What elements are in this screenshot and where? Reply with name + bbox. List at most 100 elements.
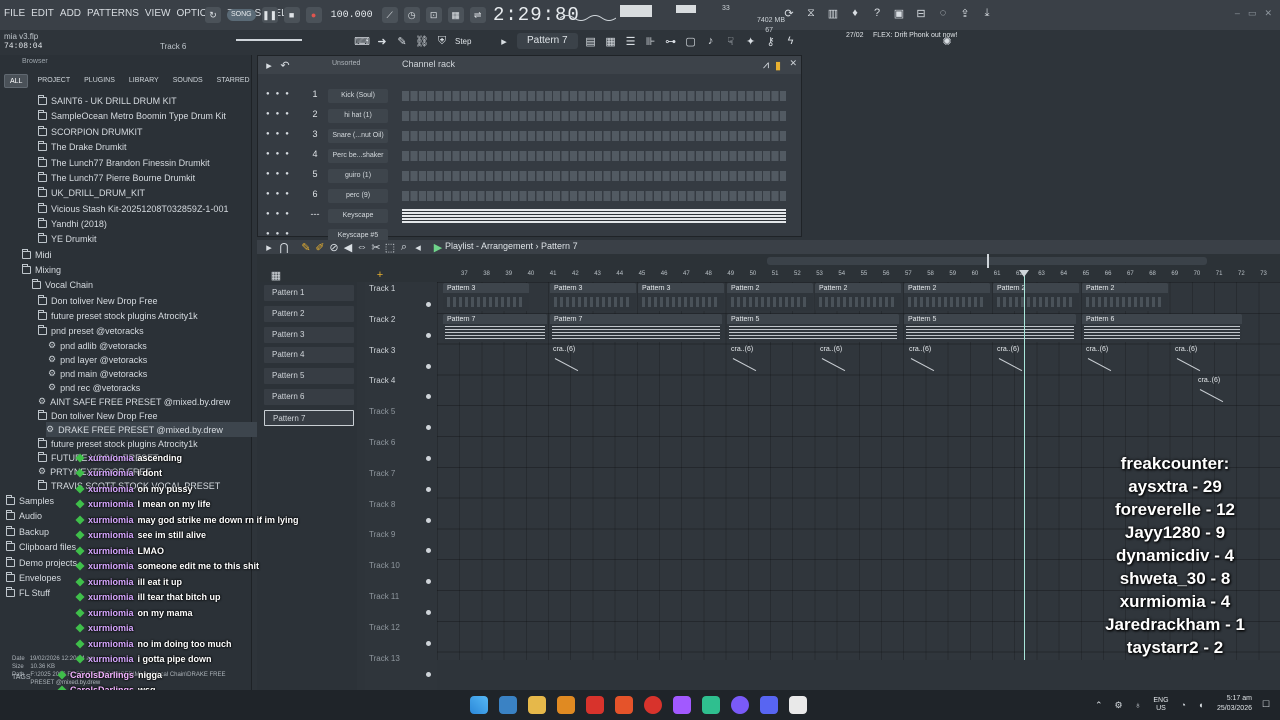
pattern-clip[interactable]: Pattern 6 [1082, 314, 1242, 342]
browser-item[interactable]: future preset stock plugins Atrocity1k [38, 436, 198, 451]
figma-icon[interactable] [673, 696, 691, 714]
track-enable-led[interactable] [426, 425, 431, 431]
channel-name-button[interactable]: guiro (1) [328, 169, 388, 183]
wifi-icon[interactable]: ◔ [1181, 700, 1186, 710]
track-header[interactable]: Track 11 [369, 590, 435, 618]
pattern-clip[interactable]: Pattern 7 [443, 314, 547, 342]
channel-row[interactable]: ●●● 4 Perc be...shaker [258, 147, 803, 165]
menu-view[interactable]: VIEW [145, 8, 171, 19]
slice-tool-icon[interactable]: ✂ [369, 240, 383, 254]
track-enable-led[interactable] [426, 517, 431, 523]
track-enable-led[interactable] [426, 640, 431, 646]
discord-icon[interactable] [760, 696, 778, 714]
channel-controls-icon[interactable]: ●●● [266, 171, 295, 177]
browser-item[interactable]: ⚙ pnd layer @vetoracks [48, 352, 147, 367]
pattern-clip[interactable]: Pattern 2 [1082, 283, 1168, 311]
browser-item[interactable]: Don toliver New Drop Free [38, 408, 158, 423]
track-header[interactable]: Track 8 [369, 498, 435, 526]
pattern-clip[interactable]: Pattern 2 [815, 283, 901, 311]
app-cloud-icon[interactable] [644, 696, 662, 714]
playlist-icon[interactable]: ▦ [604, 34, 618, 48]
step-edit-icon[interactable]: ▦ [447, 7, 464, 23]
language-indicator[interactable]: ENG US [1153, 697, 1168, 713]
track-header[interactable]: Track 10 [369, 559, 435, 587]
windows-start-icon[interactable] [470, 696, 488, 714]
key-icon[interactable]: ⚷ [764, 34, 778, 48]
tab-plugins[interactable]: PLUGINS [79, 74, 120, 88]
song-mode-toggle[interactable]: SONG [227, 9, 256, 21]
track-header[interactable]: Track 12 [369, 621, 435, 649]
patterns-icon[interactable]: ▤ [584, 34, 598, 48]
channel-mixer-track[interactable]: 6 [310, 189, 320, 199]
menu-edit[interactable]: EDIT [31, 8, 54, 19]
loop-record-icon[interactable]: ⇌ [469, 7, 486, 23]
playhead[interactable] [1024, 270, 1025, 660]
chat-icon[interactable]: ◌ [936, 6, 950, 20]
audio-clip[interactable]: cra..(6) [905, 344, 945, 372]
stop-button[interactable]: ■ [283, 7, 300, 23]
track-enable-led[interactable] [426, 363, 431, 369]
browser-item[interactable]: Yandhi (2018) [38, 216, 107, 231]
track-header[interactable]: Track 4 [369, 374, 435, 402]
wait-icon[interactable]: ◷ [403, 7, 420, 23]
rack-menu-icon[interactable]: ▸ [262, 58, 276, 72]
help-icon[interactable]: ? [870, 6, 884, 20]
audio-clip[interactable]: cra..(6) [1082, 344, 1122, 372]
tab-project[interactable]: PROJECT [32, 74, 75, 88]
metronome-icon[interactable]: ⟋ [381, 7, 398, 23]
arrow-right-icon[interactable]: ➜ [375, 34, 389, 48]
slip-tool-icon[interactable]: ⇔ [355, 240, 369, 254]
timeline-ruler[interactable]: 37 38 39 40 41 42 43 44 45 46 47 48 49 50 51 52 53 54 55 56… [437, 268, 1280, 282]
browser-item[interactable]: ⚙ pnd rec @vetoracks [48, 380, 140, 395]
playhead-marker[interactable] [1019, 270, 1029, 277]
audio-clip[interactable]: cra..(6) [727, 344, 767, 372]
browser-item[interactable]: Demo projects [6, 555, 77, 570]
browser-item[interactable]: ⚙ pnd main @vetoracks [48, 366, 147, 381]
plugin-icon[interactable]: ♪ [704, 34, 718, 48]
channel-controls-icon[interactable]: ●●● [266, 131, 295, 137]
browser-item[interactable]: Clipboard files [6, 539, 76, 554]
news-gear-icon[interactable]: ✺ [940, 34, 954, 48]
channel-controls-icon[interactable]: ●●● [266, 111, 295, 117]
render-icon[interactable]: ⊟ [914, 6, 928, 20]
record-loop-icon[interactable]: ↻ [205, 7, 221, 23]
track-enable-led[interactable] [426, 671, 431, 677]
channel-controls-icon[interactable]: ●●● [266, 151, 295, 157]
tray-settings-icon[interactable]: ⚙ [1115, 700, 1123, 711]
paint-tool-icon[interactable]: ✐ [313, 240, 327, 254]
rack-steps-icon[interactable]: ▮ [771, 58, 785, 72]
app-white-icon[interactable] [789, 696, 807, 714]
play-pattern-icon[interactable]: ▸ [497, 34, 511, 48]
channel-controls-icon[interactable]: ●●● [266, 231, 295, 237]
browser-item[interactable]: SampleOcean Metro Boomin Type Drum Kit [38, 108, 226, 123]
pattern-list-item[interactable]: Pattern 1 [264, 285, 354, 301]
browser-item[interactable]: ⚙ pnd adlib @vetoracks [48, 338, 147, 353]
pattern-list-item[interactable]: Pattern 7 [264, 409, 354, 426]
channel-name-button[interactable]: Perc be...shaker [328, 149, 388, 163]
share-icon[interactable]: ⇪ [958, 6, 972, 20]
browser-item[interactable]: FL Stuff [6, 585, 50, 600]
track-header[interactable]: Track 1 [369, 282, 435, 310]
rack-close-icon[interactable]: ✕ [789, 58, 797, 69]
track-enable-led[interactable] [426, 610, 431, 615]
channel-row[interactable]: ●●● 3 Snare (...nut Oil) [258, 127, 803, 145]
app-red-icon[interactable] [586, 696, 604, 714]
menu-add[interactable]: ADD [60, 8, 81, 19]
save-icon[interactable]: ▣ [892, 6, 906, 20]
channel-name-button[interactable]: hi hat (1) [328, 109, 388, 123]
browser-item[interactable]: Vocal Chain [32, 277, 93, 292]
track-enable-led[interactable] [426, 486, 431, 492]
channel-controls-icon[interactable]: ●●● [266, 91, 295, 97]
app-green-icon[interactable] [702, 696, 720, 714]
playlist-play-icon[interactable]: ▶ [431, 240, 445, 254]
mic-icon[interactable]: ♦ [848, 6, 862, 20]
pattern-selector[interactable]: Pattern 7 [517, 33, 578, 49]
select-tool-icon[interactable]: ⬚ [383, 240, 397, 254]
pencil-icon[interactable]: ✎ [395, 34, 409, 48]
browser-item[interactable]: ⚙ DRAKE FREE PRESET @mixed.by.drew [46, 422, 258, 437]
fl-studio-icon[interactable] [557, 696, 575, 714]
add-track-icon[interactable]: + [373, 268, 387, 282]
pause-button[interactable]: ❚❚ [261, 7, 278, 23]
channel-mixer-track[interactable]: 3 [310, 129, 320, 139]
channel-row[interactable]: ●●● 6 perc (9) [258, 187, 803, 205]
